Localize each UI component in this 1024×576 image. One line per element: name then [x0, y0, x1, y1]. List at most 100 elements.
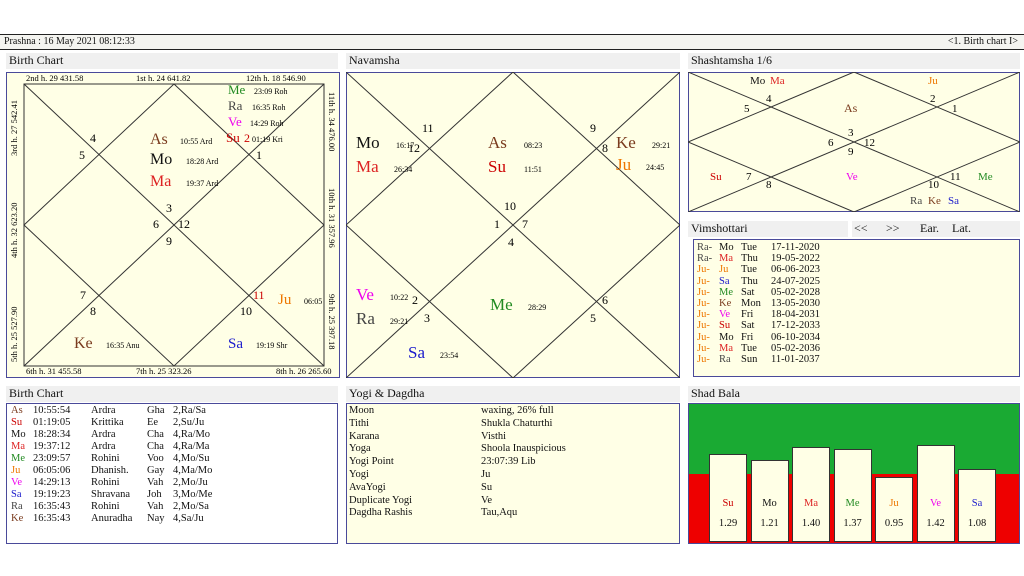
syllable: Cha — [147, 429, 164, 440]
prashna-datetime: Prashna : 16 May 2021 08:12:33 — [4, 36, 135, 47]
shad-bala-bar: Sa 1.08 — [958, 469, 996, 542]
sign-3: 3 — [166, 201, 172, 215]
syllable: Nay — [147, 513, 165, 524]
yogi-key: Dagdha Rashis — [349, 507, 413, 519]
vimshottari-row[interactable]: Ju- Ma Tue 05-02-2036 — [697, 343, 1017, 354]
bhukti-lord: Ra — [719, 354, 731, 365]
dasha-lord: Ju- — [697, 286, 710, 298]
sh-sign-3: 3 — [848, 127, 854, 139]
pada: 2,Mo/Sa — [173, 501, 209, 512]
birth-chart[interactable]: 2nd h. 29 431.58 1st h. 24 641.82 12th h… — [6, 72, 340, 378]
planet: As — [11, 405, 23, 416]
yogi-key: Duplicate Yogi — [349, 494, 412, 506]
yogi-key: Yoga — [349, 443, 371, 455]
syllable: Vah — [147, 501, 164, 512]
planet: Sa — [11, 489, 22, 500]
day: Tue — [741, 264, 757, 276]
prev-period-button[interactable]: << — [854, 221, 868, 236]
nav-sign-6: 6 — [602, 293, 608, 307]
yogi-key: AvaYogi — [349, 481, 386, 493]
nav-planet-ve: Ve — [356, 285, 374, 304]
planet: Ju — [11, 465, 21, 476]
planet: Me — [11, 453, 25, 464]
nav-planet-ju-degree: 24:45 — [646, 163, 664, 172]
nakshatra: Dhanish. — [91, 465, 129, 476]
vimshottari-row[interactable]: Ju- Ra Sun 11-01-2037 — [697, 354, 1017, 365]
house-11-tag: 11th h. 34 476.00 — [327, 92, 337, 151]
shad-bala-planet: Ve — [929, 498, 942, 509]
planet: Su — [11, 417, 23, 428]
nav-planet-mo-degree: 16:17 — [396, 141, 414, 150]
yogi-value: Shukla Chaturthi — [481, 417, 553, 429]
vimshottari-row[interactable]: Ra- Ma Thu 19-05-2022 — [697, 253, 1017, 264]
house-5-tag: 5th h. 25 527.90 — [9, 307, 19, 363]
house-6-tag: 6th h. 31 455.58 — [26, 366, 82, 376]
birth-table-row: Su 01:19:05 Krittika Ee 2,Su/Ju — [11, 417, 337, 429]
nav-planet-su: Su — [488, 157, 506, 176]
planet-as: As — [150, 131, 168, 148]
planet-ve: Ve — [228, 114, 242, 129]
sh-sign-12: 12 — [864, 137, 875, 149]
navamsha-chart[interactable]: 11 12 9 8 10 1 7 4 2 3 6 5 Mo 16:17 Ma 2… — [346, 72, 680, 378]
vimshottari-row[interactable]: Ju- Mo Fri 06-10-2034 — [697, 332, 1017, 343]
dasha-lord: Ju- — [697, 298, 710, 309]
bhukti-lord: Mo — [719, 242, 734, 253]
house-4-tag: 4th h. 32 623.20 — [9, 203, 19, 259]
house-12-tag: 12th h. 18 546.90 — [246, 73, 306, 83]
syllable: Gha — [147, 405, 165, 416]
dasha-lord: Ju- — [697, 331, 710, 343]
nav-sign-1: 1 — [494, 217, 500, 231]
sh-sign-10: 10 — [928, 179, 940, 191]
house-9-tag: 9th h. 25 397.18 — [327, 294, 337, 350]
planet: Mo — [11, 429, 26, 440]
shad-bala-value: 0.95 — [884, 518, 904, 529]
syllable: Voo — [147, 453, 164, 464]
shad-bala-bar: Me 1.37 — [833, 449, 872, 542]
sh-planet-mo: Mo — [750, 75, 766, 87]
shad-bala-bar: Ju 0.95 — [875, 477, 913, 542]
date: 17-12-2033 — [771, 320, 820, 332]
vimshottari-row[interactable]: Ju- Ke Mon 13-05-2030 — [697, 298, 1017, 309]
next-period-button[interactable]: >> — [886, 221, 900, 236]
nav-sign-11: 11 — [422, 121, 434, 135]
sh-planet-as: As — [844, 101, 858, 115]
vimshottari-row[interactable]: Ju- Sa Thu 24-07-2025 — [697, 276, 1017, 287]
sign-7: 7 — [80, 288, 86, 302]
day: Tue — [741, 342, 757, 354]
day: Fri — [741, 309, 754, 321]
yogi-key: Yogi — [349, 469, 369, 480]
shad-bala-planet: Sa — [971, 498, 983, 509]
birth-table-row: Ra 16:35:43 Rohini Vah 2,Mo/Sa — [11, 501, 337, 513]
nav-planet-su-degree: 11:51 — [524, 165, 542, 174]
time: 16:35:43 — [33, 513, 71, 524]
date: 11-01-2037 — [771, 354, 820, 365]
shad-bala-planet: Ju — [889, 498, 899, 509]
day: Thu — [741, 275, 758, 287]
birth-chart-selector[interactable]: <1. Birth chart I> — [948, 35, 1018, 49]
house-1-tag: 1st h. 24 641.82 — [136, 73, 191, 83]
vimshottari-row[interactable]: Ju- Me Sat 05-02-2028 — [697, 287, 1017, 298]
yogi-key: Yogi Point — [349, 456, 394, 468]
sh-planet-ve: Ve — [846, 171, 858, 183]
syllable: Vah — [147, 477, 164, 488]
vimshottari-row[interactable]: Ra- Mo Tue 17-11-2020 — [697, 242, 1017, 253]
planet-sa-degree: 19:19 Shr — [256, 341, 288, 350]
nav-planet-as-degree: 08:23 — [524, 141, 542, 150]
bhukti-lord: Sa — [719, 275, 730, 287]
later-button[interactable]: Lat. — [952, 221, 971, 236]
day: Mon — [741, 298, 761, 309]
pada: 4,Mo/Su — [173, 453, 210, 464]
vimshottari-row[interactable]: Ju- Su Sat 17-12-2033 — [697, 320, 1017, 331]
day: Sun — [741, 354, 758, 365]
planet-su-degree: 01:19 Kri — [252, 135, 284, 144]
sign-2: 2 — [244, 131, 250, 145]
vimshottari-row[interactable]: Ju- Ve Fri 18-04-2031 — [697, 309, 1017, 320]
nakshatra: Rohini — [91, 501, 120, 512]
earlier-button[interactable]: Ear. — [920, 221, 939, 236]
birth-table-row: Ke 16:35:43 Anuradha Nay 4,Sa/Ju — [11, 513, 337, 525]
dasha-lord: Ra- — [697, 253, 713, 265]
shashtamsha-chart[interactable]: Mo Ma Ju 4 5 2 1 As 3 6 12 9 Su 7 8 Ve 1… — [688, 72, 1020, 212]
birth-chart-header: Birth Chart — [6, 53, 338, 69]
pada: 3,Mo/Me — [173, 489, 213, 500]
vimshottari-row[interactable]: Ju- Ju Tue 06-06-2023 — [697, 264, 1017, 275]
